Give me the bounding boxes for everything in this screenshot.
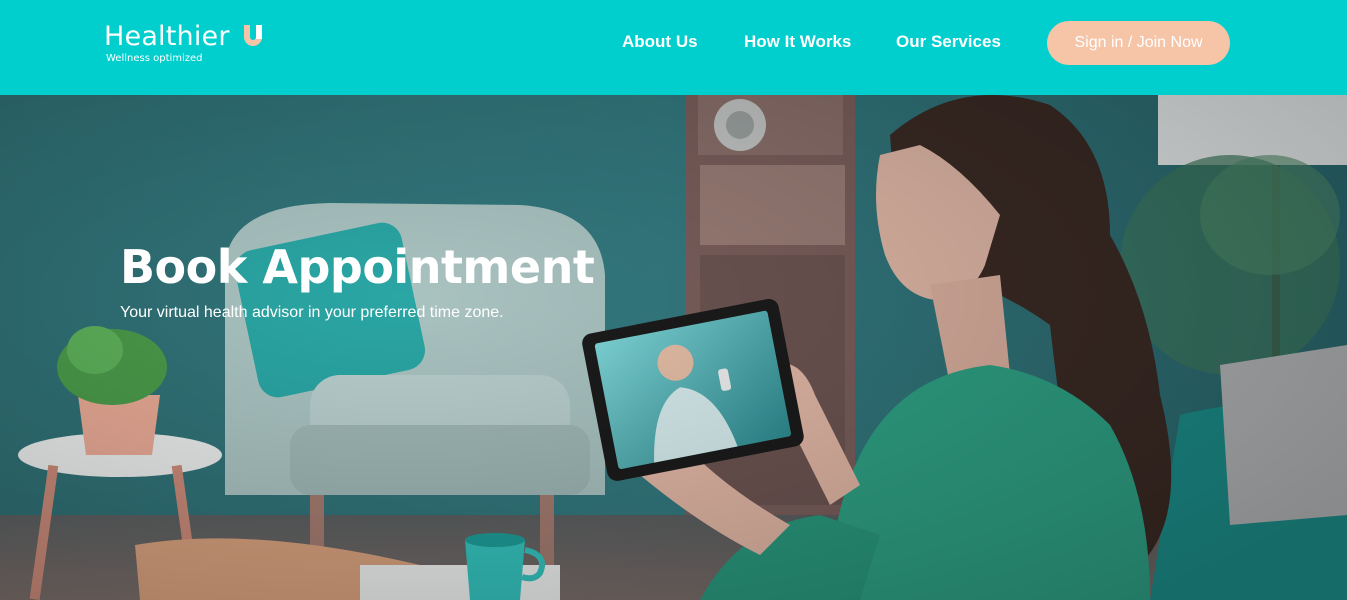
brand-logo[interactable]: Healthier Wellness optimized [104,20,274,70]
nav-about-us[interactable]: About Us [622,32,698,52]
nav-how-it-works[interactable]: How It Works [744,32,851,52]
site-header: Healthier Wellness optimized About Us Ho… [0,0,1347,95]
healthier-u-logo-icon [244,25,262,46]
hero-subtitle: Your virtual health advisor in your pref… [120,304,504,321]
sign-in-join-button[interactable]: Sign in / Join Now [1047,21,1230,65]
logo-tagline: Wellness optimized [106,53,203,64]
nav-our-services[interactable]: Our Services [896,32,1001,52]
hero-section: Book Appointment Your virtual health adv… [0,95,1347,600]
logo-wordmark: Healthier [104,21,230,52]
hero-title: Book Appointment [120,240,595,294]
hero-background-image [0,95,1347,600]
